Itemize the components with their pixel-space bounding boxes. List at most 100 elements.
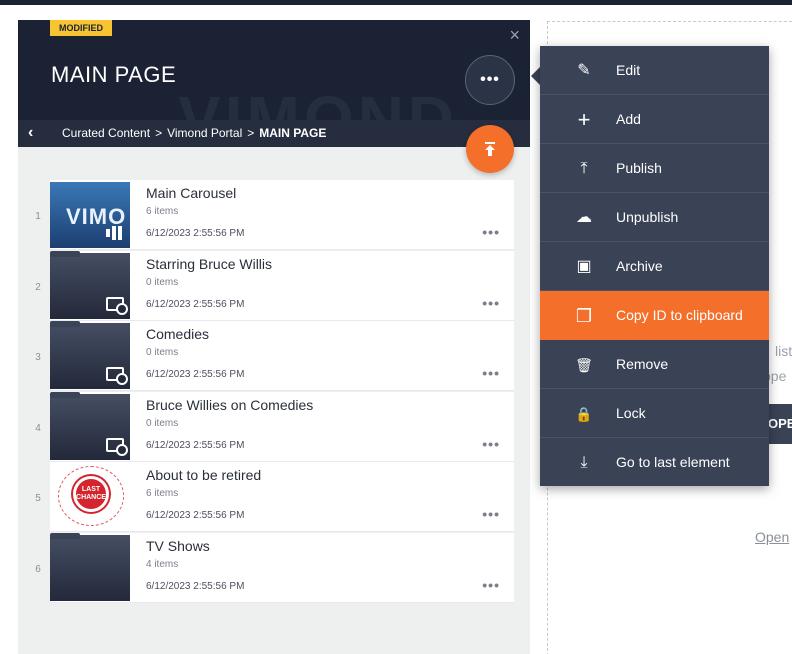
menu-item-label: Copy ID to clipboard	[616, 307, 743, 323]
row-card[interactable]: LAST CHANCE About to be retired 6 items …	[50, 462, 514, 532]
menu-item-publish[interactable]: ⤒ Publish	[540, 144, 769, 193]
menu-item-label: Lock	[616, 405, 646, 421]
folder-thumbnail	[50, 251, 130, 319]
folder-settings-icon	[106, 367, 128, 385]
row-card[interactable]: VIMO Main Carousel 6 items 6/12/2023 2:5…	[50, 180, 514, 250]
menu-item-go-to-last[interactable]: ⤓ Go to last element	[540, 438, 769, 487]
menu-item-unpublish[interactable]: ☁ Unpublish	[540, 193, 769, 242]
trash-icon: 🗑	[575, 357, 593, 373]
folder-thumbnail	[50, 392, 130, 460]
archive-icon: ▣	[576, 258, 592, 275]
row-item-count: 6 items	[146, 206, 179, 217]
header-background-logo: VIMOND	[178, 83, 458, 120]
breadcrumb-trail: Curated Content > Vimond Portal > MAIN PAGE	[62, 126, 326, 140]
menu-item-label: Remove	[616, 356, 669, 372]
list-item[interactable]: 5 LAST CHANCE About to be retired 6 item…	[18, 462, 530, 532]
menu-item-label: Edit	[616, 62, 641, 78]
row-item-count: 0 items	[146, 418, 179, 429]
row-card[interactable]: TV Shows 4 items 6/12/2023 2:55:56 PM ••…	[50, 533, 514, 603]
back-chevron-icon[interactable]: ‹	[28, 124, 33, 142]
breadcrumb-separator: >	[247, 126, 255, 140]
row-more-icon[interactable]: •••	[482, 577, 500, 593]
row-title[interactable]: About to be retired	[146, 467, 261, 483]
breadcrumb-item-curated-content[interactable]: Curated Content	[62, 126, 150, 140]
folder-settings-icon	[106, 297, 128, 315]
folder-thumbnail	[50, 321, 130, 389]
row-timestamp: 6/12/2023 2:55:56 PM	[146, 510, 245, 521]
row-card[interactable]: Bruce Willies on Comedies 0 items 6/12/2…	[50, 392, 514, 462]
menu-item-archive[interactable]: ▣ Archive	[540, 242, 769, 291]
lock-icon: 🔒	[575, 406, 593, 422]
row-more-icon[interactable]: •••	[482, 365, 500, 381]
menu-item-copy-id[interactable]: ❐ Copy ID to clipboard	[540, 291, 769, 340]
cloud-off-icon: ☁	[576, 209, 592, 226]
row-title[interactable]: Starring Bruce Willis	[146, 256, 272, 272]
row-index: 4	[35, 423, 41, 434]
page-title: MAIN PAGE	[51, 62, 177, 87]
row-title[interactable]: TV Shows	[146, 538, 210, 554]
pencil-icon: ✎	[577, 62, 591, 79]
publish-icon: ⤒	[580, 160, 588, 177]
list-item[interactable]: 4 Bruce Willies on Comedies 0 items 6/12…	[18, 392, 530, 462]
menu-item-lock[interactable]: 🔒 Lock	[540, 389, 769, 438]
row-item-count: 0 items	[146, 347, 179, 358]
row-more-icon[interactable]: •••	[482, 295, 500, 311]
list-item[interactable]: 1 VIMO Main Carousel 6 items 6/12/2023 2…	[18, 180, 530, 250]
menu-item-label: Publish	[616, 160, 662, 176]
row-title[interactable]: Main Carousel	[146, 185, 236, 201]
menu-item-label: Add	[616, 111, 641, 127]
row-item-count: 0 items	[146, 277, 179, 288]
thumbnail-caption: LAST CHANCE	[76, 486, 106, 501]
carousel-icon	[106, 226, 124, 240]
row-index: 3	[35, 352, 41, 363]
breadcrumb-item-vimond-portal[interactable]: Vimond Portal	[167, 126, 242, 140]
row-index: 1	[35, 211, 41, 222]
menu-item-label: Archive	[616, 258, 663, 274]
panel-header: VIMOND MODIFIED × MAIN PAGE •••	[18, 20, 530, 120]
row-item-count: 6 items	[146, 488, 179, 499]
breadcrumb-current: MAIN PAGE	[259, 126, 327, 140]
more-dots-icon: •••	[480, 71, 500, 88]
row-title[interactable]: Comedies	[146, 326, 209, 342]
plus-icon: +	[577, 107, 591, 132]
folder-settings-icon	[106, 438, 128, 456]
row-timestamp: 6/12/2023 2:55:56 PM	[146, 299, 245, 310]
publish-fab-button[interactable]	[466, 125, 514, 173]
menu-caret	[531, 67, 540, 85]
list-item[interactable]: 6 TV Shows 4 items 6/12/2023 2:55:56 PM …	[18, 533, 530, 603]
row-timestamp: 6/12/2023 2:55:56 PM	[146, 581, 245, 592]
row-timestamp: 6/12/2023 2:55:56 PM	[146, 228, 245, 239]
thumbnail-image: VIMO	[50, 182, 130, 248]
breadcrumb: ‹ Curated Content > Vimond Portal > MAIN PAG…	[18, 120, 530, 147]
folder-tab	[50, 251, 80, 257]
menu-item-edit[interactable]: ✎ Edit	[540, 46, 769, 95]
row-timestamp: 6/12/2023 2:55:56 PM	[146, 369, 245, 380]
row-timestamp: 6/12/2023 2:55:56 PM	[146, 440, 245, 451]
menu-item-label: Go to last element	[616, 454, 730, 470]
modified-badge: MODIFIED	[50, 20, 112, 36]
row-title[interactable]: Bruce Willies on Comedies	[146, 397, 313, 413]
open-link[interactable]: Open	[755, 529, 789, 545]
row-more-icon[interactable]: •••	[482, 224, 500, 240]
row-more-icon[interactable]: •••	[482, 436, 500, 452]
row-index: 5	[35, 493, 41, 504]
row-more-icon[interactable]: •••	[482, 506, 500, 522]
folder-tab	[50, 533, 80, 539]
menu-item-remove[interactable]: 🗑 Remove	[540, 340, 769, 389]
publish-icon	[485, 142, 495, 156]
list-item[interactable]: 3 Comedies 0 items 6/12/2023 2:55:56 PM …	[18, 321, 530, 391]
menu-item-label: Unpublish	[616, 209, 679, 225]
dropzone-text: list	[775, 343, 792, 359]
more-options-button[interactable]: •••	[465, 55, 515, 105]
row-index: 2	[35, 282, 41, 293]
row-card[interactable]: Starring Bruce Willis 0 items 6/12/2023 …	[50, 251, 514, 321]
list-item[interactable]: 2 Starring Bruce Willis 0 items 6/12/202…	[18, 251, 530, 321]
folder-tab	[50, 392, 80, 398]
menu-item-add[interactable]: + Add	[540, 95, 769, 144]
folder-tab	[50, 321, 80, 327]
go-to-bottom-icon: ⤓	[580, 454, 588, 471]
row-card[interactable]: Comedies 0 items 6/12/2023 2:55:56 PM ••…	[50, 321, 514, 391]
close-icon[interactable]: ×	[509, 26, 520, 44]
row-item-count: 4 items	[146, 559, 179, 570]
content-panel: VIMOND MODIFIED × MAIN PAGE ••• ‹ Curate…	[18, 20, 530, 654]
